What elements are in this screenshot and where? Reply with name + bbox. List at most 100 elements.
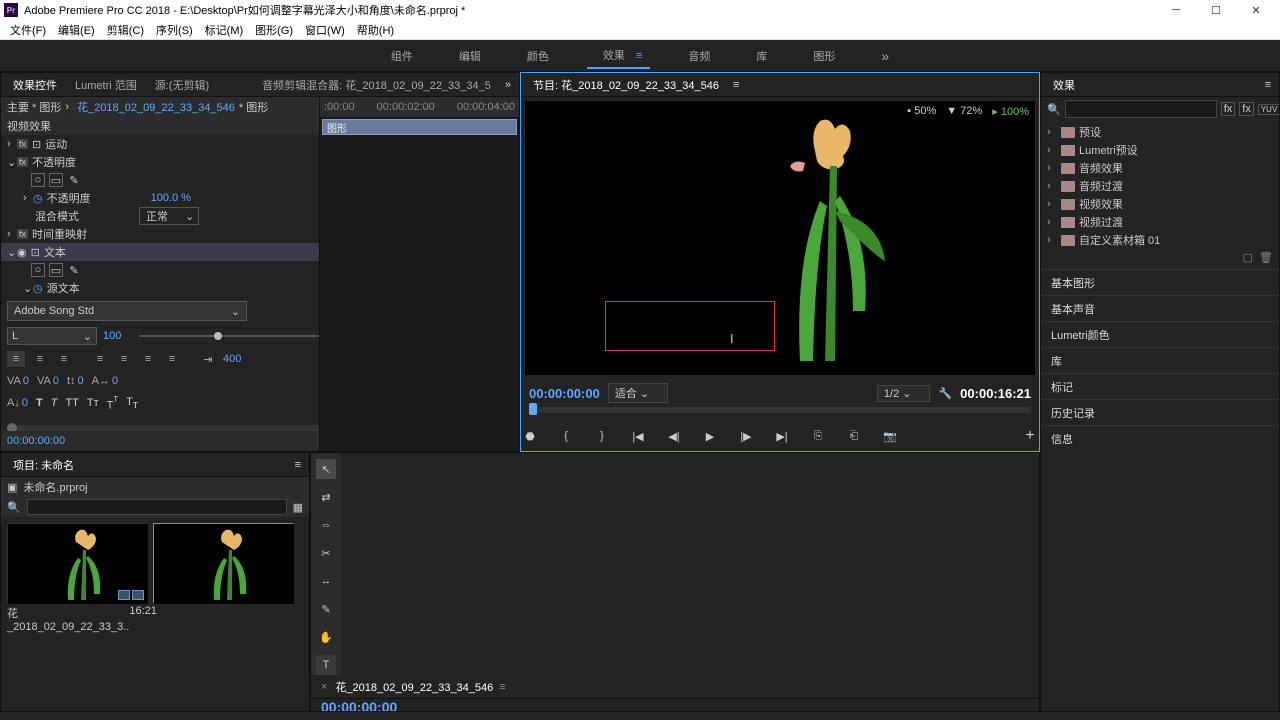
minimize-button[interactable]: ─	[1156, 0, 1196, 20]
selection-tool-icon[interactable]: ↖	[316, 459, 336, 479]
panel-essential-sound[interactable]: 基本声音	[1041, 295, 1279, 321]
program-scrubber[interactable]	[529, 407, 1031, 421]
ws-overflow[interactable]: »	[873, 44, 897, 68]
kerning-1[interactable]: VA0	[7, 375, 29, 387]
panel-menu-icon[interactable]: ≡	[1265, 79, 1271, 91]
align-vcenter-icon[interactable]: ≡	[115, 351, 133, 367]
panel-markers[interactable]: 标记	[1041, 373, 1279, 399]
align-center-icon[interactable]: ≡	[31, 351, 49, 367]
ripple-tool-icon[interactable]: ⇔	[316, 515, 336, 535]
step-back-icon[interactable]: ◀|	[665, 427, 683, 445]
ws-library[interactable]: 库	[748, 44, 775, 68]
fx-badge-icon[interactable]: fx	[1221, 102, 1236, 116]
program-current-tc[interactable]: 00:00:00:00	[529, 386, 600, 401]
tab-audio-mixer[interactable]: 音频剪辑混合器: 花_2018_02_09_22_33_34_5	[258, 75, 495, 95]
allcaps-icon[interactable]: TT	[65, 397, 78, 409]
font-weight-select[interactable]: L⌄	[7, 327, 97, 345]
baseline-shift[interactable]: A↓0	[7, 397, 28, 409]
smallcaps-icon[interactable]: Tᴛ	[87, 397, 99, 409]
font-size-value[interactable]: 100	[103, 330, 133, 342]
extract-icon[interactable]: ⎗	[845, 427, 863, 445]
stopwatch-icon[interactable]: ◷	[33, 192, 43, 205]
panel-lumetri-color[interactable]: Lumetri颜色	[1041, 321, 1279, 347]
project-sequence[interactable]	[153, 523, 293, 635]
bracket-out-icon[interactable]: }	[593, 427, 611, 445]
eye-icon[interactable]: ◉	[17, 246, 27, 259]
panel-essential-graphics[interactable]: 基本图形	[1041, 269, 1279, 295]
menu-edit[interactable]: 编辑(E)	[52, 22, 101, 38]
folder-lumetri[interactable]: ›Lumetri预设	[1047, 141, 1273, 159]
hand-tool-icon[interactable]: ✋	[316, 627, 336, 647]
rect-mask-icon[interactable]: ▭	[49, 263, 63, 277]
type-tool-icon[interactable]: T	[316, 655, 336, 675]
panel-library[interactable]: 库	[1041, 347, 1279, 373]
bold-icon[interactable]: T	[36, 397, 43, 409]
filter-icon[interactable]: ▦	[293, 501, 303, 514]
effects-search-input[interactable]	[1065, 100, 1217, 118]
tab-lumetri-scopes[interactable]: Lumetri 范围	[71, 75, 141, 95]
mark-in-icon[interactable]: ⬣	[521, 427, 539, 445]
panel-overflow-icon[interactable]: »	[505, 79, 511, 91]
go-in-icon[interactable]: |◀	[629, 427, 647, 445]
close-button[interactable]: ✕	[1236, 0, 1276, 20]
ec-mini-clip[interactable]: 图形	[322, 119, 517, 135]
ec-clip-link[interactable]: 花_2018_02_09_22_33_34_546	[77, 99, 235, 115]
rect-mask-icon[interactable]: ▭	[49, 173, 63, 187]
folder-video-trans[interactable]: ›视频过渡	[1047, 213, 1273, 231]
leading[interactable]: t↕0	[67, 375, 84, 387]
folder-custom-bin[interactable]: ›自定义素材箱 01	[1047, 231, 1273, 249]
menu-marker[interactable]: 标记(M)	[199, 22, 250, 38]
align-bottom-icon[interactable]: ≡	[139, 351, 157, 367]
program-monitor[interactable]: ▪ 50% ▼ 72% ▸ 100% I	[525, 101, 1035, 375]
align-top-icon[interactable]: ≡	[91, 351, 109, 367]
menu-sequence[interactable]: 序列(S)	[150, 22, 199, 38]
export-frame-icon[interactable]: 📷	[881, 427, 899, 445]
menu-help[interactable]: 帮助(H)	[351, 22, 400, 38]
panel-history[interactable]: 历史记录	[1041, 399, 1279, 425]
track-select-tool-icon[interactable]: ⇄	[316, 487, 336, 507]
step-fwd-icon[interactable]: |▶	[737, 427, 755, 445]
program-tab[interactable]: 节目: 花_2018_02_09_22_33_34_546	[529, 75, 723, 95]
new-bin-icon[interactable]: ▢	[1243, 251, 1253, 269]
italic-icon[interactable]: T	[51, 397, 58, 409]
ellipse-mask-icon[interactable]: ○	[31, 263, 45, 277]
font-family-select[interactable]: Adobe Song Std⌄	[7, 301, 247, 321]
play-icon[interactable]: ▶	[701, 427, 719, 445]
tab-source[interactable]: 源:(无剪辑)	[151, 75, 213, 95]
folder-presets[interactable]: ›预设	[1047, 123, 1273, 141]
menu-graphics[interactable]: 图形(G)	[249, 22, 299, 38]
text-frame[interactable]	[605, 301, 775, 351]
folder-video-fx[interactable]: ›视频效果	[1047, 195, 1273, 213]
bracket-in-icon[interactable]: {	[557, 427, 575, 445]
panel-menu-icon[interactable]: ≡	[499, 681, 505, 693]
folder-audio-trans[interactable]: ›音频过渡	[1047, 177, 1273, 195]
tsume[interactable]: A↔0	[92, 375, 118, 387]
lift-icon[interactable]: ⎘	[809, 427, 827, 445]
project-clip[interactable]: 花_2018_02_09_22_33_3..16:21	[7, 523, 147, 635]
trash-icon[interactable]: 🗑	[1259, 251, 1273, 269]
stopwatch-icon[interactable]: ◷	[33, 282, 43, 295]
panel-menu-icon[interactable]: ≡	[733, 79, 739, 91]
ec-mini-timeline[interactable]: :00:00 00:00:02:00 00:00:04:00 图形	[319, 97, 519, 451]
align-right-icon[interactable]: ≡	[55, 351, 73, 367]
project-search-input[interactable]	[27, 499, 287, 515]
ws-effects[interactable]: 效果 ≡	[587, 43, 650, 69]
wrench-icon[interactable]: 🔧	[938, 387, 952, 400]
indent-icon[interactable]: ⇥	[199, 351, 217, 367]
tracking-value[interactable]: 400	[223, 353, 241, 365]
ws-color[interactable]: 颜色	[519, 44, 557, 68]
razor-tool-icon[interactable]: ✂	[316, 543, 336, 563]
maximize-button[interactable]: ☐	[1196, 0, 1236, 20]
yuv-badge-icon[interactable]: YUV	[1258, 104, 1280, 115]
tab-effect-controls[interactable]: 效果控件	[9, 75, 61, 95]
timeline-timecode[interactable]: 00:00:00:00	[311, 699, 1039, 712]
menu-window[interactable]: 窗口(W)	[299, 22, 351, 38]
sequence-tab[interactable]: 花_2018_02_09_22_33_34_546	[335, 679, 493, 695]
ws-editing[interactable]: 编辑	[451, 44, 489, 68]
ellipse-mask-icon[interactable]: ○	[31, 173, 45, 187]
folder-audio-fx[interactable]: ›音频效果	[1047, 159, 1273, 177]
resolution-select[interactable]: 1/2 ⌄	[877, 385, 931, 402]
fx-badge-icon[interactable]: fx	[1239, 102, 1254, 116]
menu-clip[interactable]: 剪辑(C)	[101, 22, 150, 38]
align-left-icon[interactable]: ≡	[7, 351, 25, 367]
